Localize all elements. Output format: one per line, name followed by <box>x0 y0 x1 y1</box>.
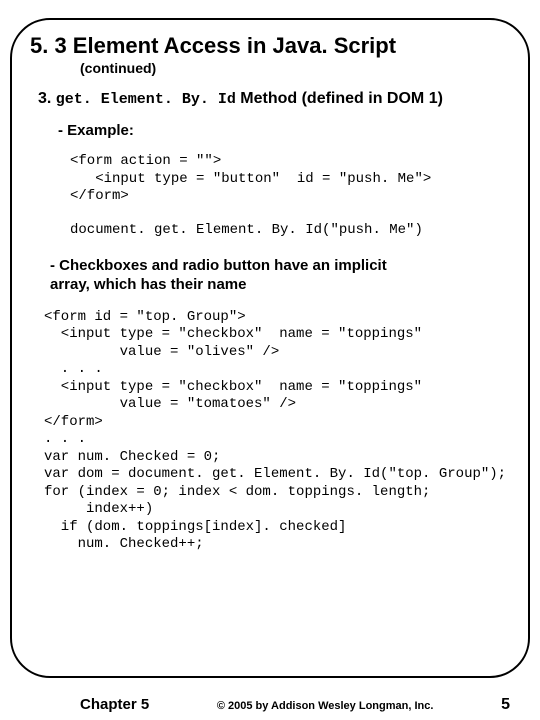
heading-code: get. Element. By. Id <box>56 91 236 108</box>
code-block-form: <form action = ""> <input type = "button… <box>70 153 510 206</box>
chapter-label: Chapter 5 <box>80 696 149 713</box>
bullet-point: - Checkboxes and radio button have an im… <box>50 256 510 295</box>
code-block-main: <form id = "top. Group"> <input type = "… <box>44 309 510 554</box>
heading-rest: Method (defined in DOM 1) <box>236 90 443 107</box>
heading-number: 3. <box>38 90 56 107</box>
example-label: - Example: <box>58 122 510 139</box>
method-heading: 3. get. Element. By. Id Method (defined … <box>38 90 510 108</box>
section-title: 5. 3 Element Access in Java. Script <box>30 34 510 58</box>
copyright-text: © 2005 by Addison Wesley Longman, Inc. <box>217 700 434 712</box>
code-block-call: document. get. Element. By. Id("push. Me… <box>70 222 510 238</box>
page-footer: Chapter 5 © 2005 by Addison Wesley Longm… <box>0 696 540 714</box>
page-number: 5 <box>501 696 510 714</box>
section-subtitle: (continued) <box>80 60 510 76</box>
